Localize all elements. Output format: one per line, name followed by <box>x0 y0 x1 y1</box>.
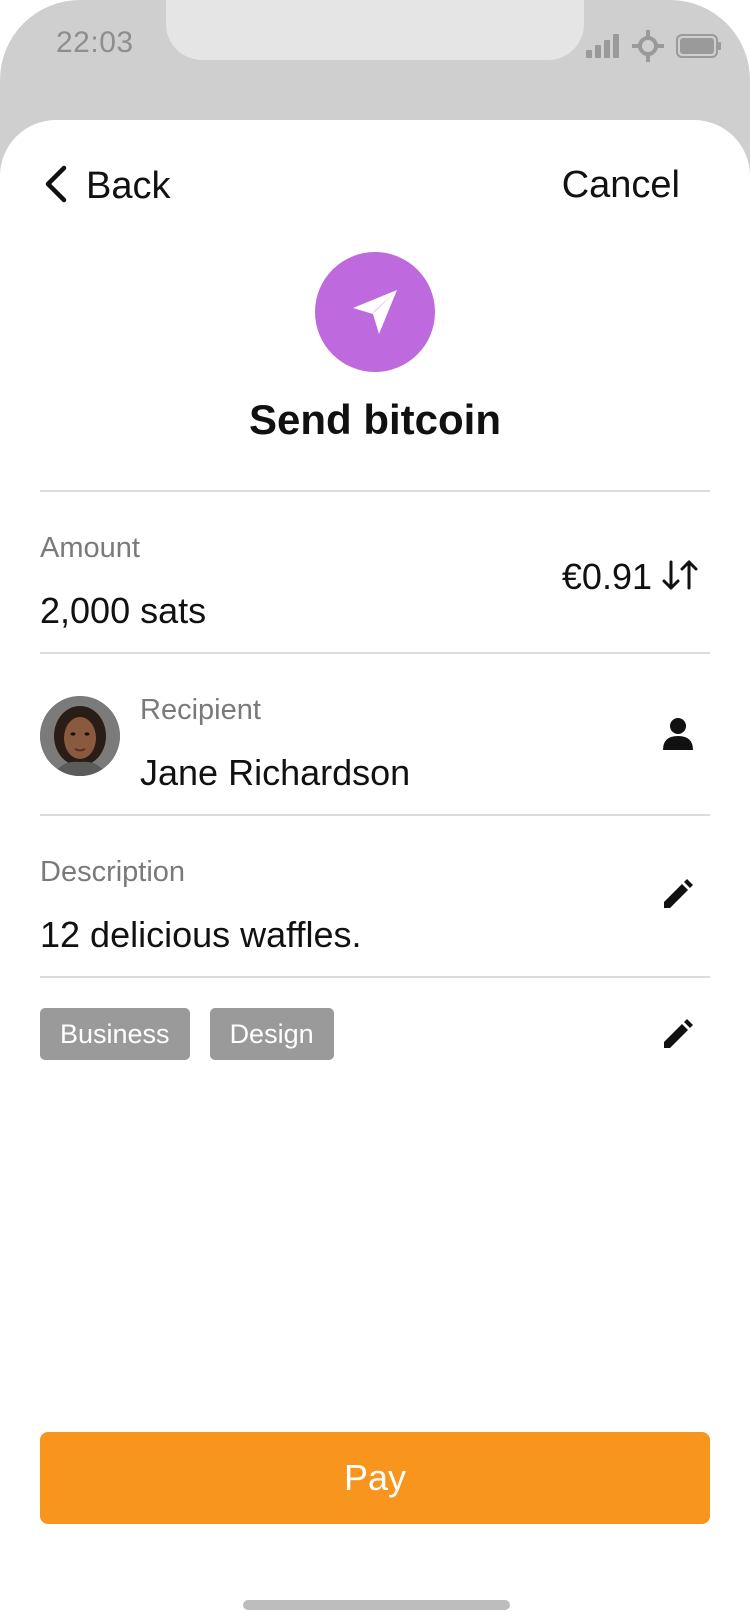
recipient-name: Jane Richardson <box>140 752 411 793</box>
chevron-left-icon <box>42 164 70 209</box>
fiat-toggle[interactable]: €0.91 <box>562 556 700 598</box>
home-indicator <box>243 1600 510 1610</box>
recipient-label: Recipient <box>140 694 261 726</box>
amount-row[interactable]: Amount 2,000 sats €0.91 <box>40 492 710 652</box>
amount-label: Amount <box>40 532 140 564</box>
nav-row: Back Cancel <box>0 160 750 230</box>
cancel-button[interactable]: Cancel <box>562 164 680 207</box>
description-row[interactable]: Description 12 delicious waffles. <box>40 816 710 976</box>
description-label: Description <box>40 856 186 888</box>
status-time: 22:03 <box>56 26 134 59</box>
tags-row: Business Design <box>40 978 710 1088</box>
tag-design[interactable]: Design <box>209 1008 334 1060</box>
cancel-label: Cancel <box>561 164 680 206</box>
swap-arrows-icon <box>660 558 700 597</box>
avatar <box>40 696 120 776</box>
recipient-row[interactable]: Recipient Jane Richardson <box>40 654 710 814</box>
signal-icon <box>586 34 620 63</box>
edit-tags-icon[interactable] <box>658 1014 698 1054</box>
fiat-value: €0.91 <box>561 556 652 597</box>
phone-frame: 22:03 Back Cancel Send bitcoin Amount 2,… <box>0 0 750 1624</box>
send-icon <box>315 252 435 372</box>
notch <box>166 0 584 60</box>
pay-button[interactable]: Pay <box>40 1432 710 1524</box>
amount-value: 2,000 sats <box>40 590 207 631</box>
send-sheet: Back Cancel Send bitcoin Amount 2,000 sa… <box>0 120 750 1624</box>
description-value: 12 delicious waffles. <box>40 914 362 955</box>
page-title: Send bitcoin <box>249 396 501 443</box>
back-label: Back <box>86 165 171 207</box>
tag-business[interactable]: Business <box>40 1008 190 1060</box>
contact-icon[interactable] <box>658 714 698 754</box>
tag-list: Business Design <box>40 1008 334 1060</box>
edit-description-icon[interactable] <box>658 874 698 914</box>
back-button[interactable]: Back <box>42 164 170 209</box>
status-icons <box>586 30 722 67</box>
network-icon <box>632 30 664 67</box>
battery-icon <box>676 34 722 63</box>
